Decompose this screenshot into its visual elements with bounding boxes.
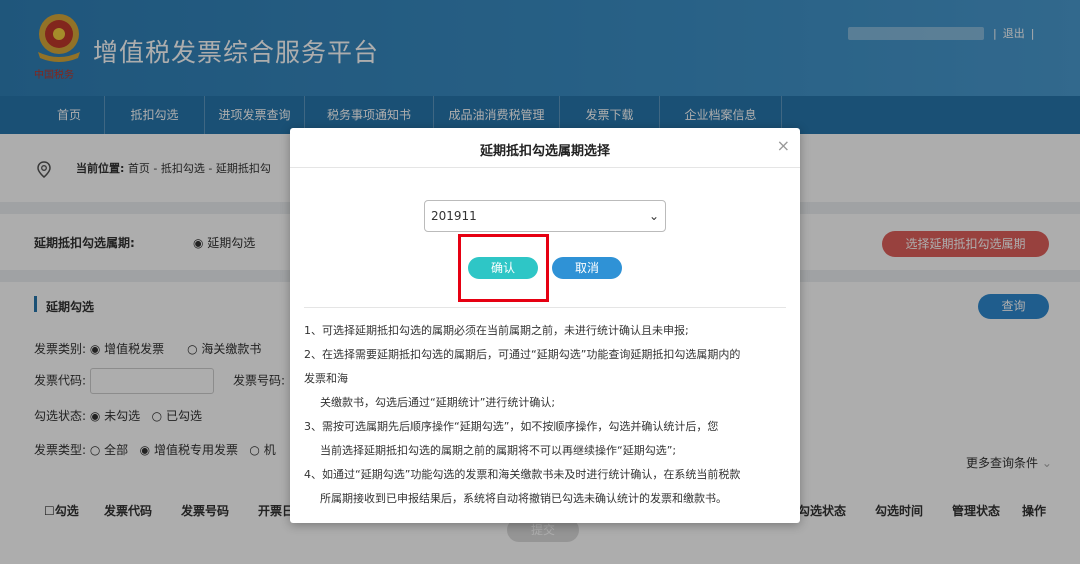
cancel-button[interactable]: 取消 — [552, 257, 622, 279]
note-line: 4、如通过“延期勾选”功能勾选的发票和海关缴款书未及时进行统计确认，在系统当前税… — [304, 468, 741, 481]
note-line: 关缴款书，勾选后通过“延期统计”进行统计确认; — [320, 396, 556, 409]
note-line: 1、可选择延期抵扣勾选的属期必须在当前属期之前，未进行统计确认且未申报; — [304, 324, 689, 337]
modal-title: 延期抵扣勾选属期选择 — [479, 144, 610, 159]
note-line: 3、需按可选属期先后顺序操作“延期勾选”，如不按顺序操作，勾选并确认统计后，您 — [304, 420, 719, 433]
chevron-down-icon: ⌄ — [648, 209, 659, 223]
period-select-modal: 延期抵扣勾选属期选择 × 201911 ⌄ 确认 取消 1、可选择延期抵扣勾选的… — [290, 128, 800, 523]
note-line: 当前选择延期抵扣勾选的属期之前的属期将不可以再继续操作“延期勾选”; — [320, 444, 677, 457]
close-icon[interactable]: × — [777, 136, 790, 155]
confirm-button[interactable]: 确认 — [468, 257, 538, 279]
modal-header: 延期抵扣勾选属期选择 × — [290, 128, 800, 168]
note-line: 所属期接收到已申报结果后，系统将自动将撤销已勾选未确认统计的发票和缴款书。 — [320, 492, 727, 505]
note-line: 2、在选择需要延期抵扣勾选的属期后，可通过“延期勾选”功能查询延期抵扣勾选属期内… — [304, 348, 741, 361]
period-select-value: 201911 — [431, 209, 477, 223]
modal-divider — [304, 307, 786, 308]
note-line: 发票和海 — [304, 372, 348, 385]
period-select[interactable]: 201911 ⌄ — [424, 200, 666, 232]
